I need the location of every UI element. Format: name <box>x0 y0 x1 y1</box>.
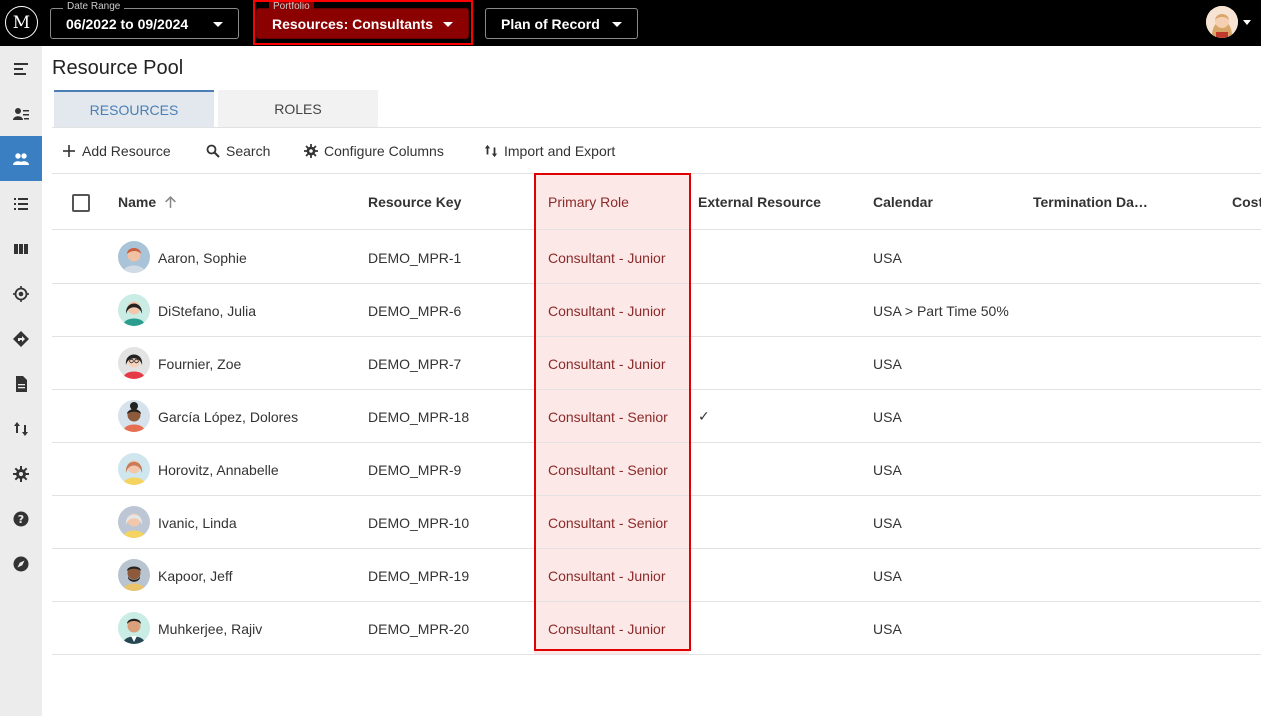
list-icon <box>14 197 28 210</box>
resource-name: Ivanic, Linda <box>158 514 237 531</box>
resource-key: DEMO_MPR-19 <box>368 567 470 584</box>
column-header-name[interactable]: Name <box>118 174 177 230</box>
people-icon <box>13 152 29 165</box>
sort-ascending-icon <box>165 195 177 208</box>
column-header-termination-date[interactable]: Termination Da… <box>1033 174 1148 230</box>
sidebar-target[interactable] <box>0 271 42 316</box>
import-export-icon <box>484 144 498 157</box>
sidebar-menu[interactable] <box>0 46 42 91</box>
configure-columns-button[interactable]: Configure Columns <box>304 128 444 173</box>
plus-icon <box>63 144 75 157</box>
plan-value: Plan of Record <box>501 15 600 32</box>
resource-name: Aaron, Sophie <box>158 249 247 266</box>
avatar <box>118 453 150 485</box>
app-logo[interactable]: M <box>5 6 38 39</box>
resource-name: Horovitz, Annabelle <box>158 461 279 478</box>
portfolio-highlight <box>253 0 473 45</box>
configure-columns-label: Configure Columns <box>324 142 444 159</box>
column-header-cost[interactable]: Cost <box>1232 174 1261 230</box>
help-icon: ? <box>13 511 29 526</box>
avatar <box>118 294 150 326</box>
resource-key: DEMO_MPR-18 <box>368 408 470 425</box>
search-label: Search <box>226 142 271 159</box>
tab-roles[interactable]: ROLES <box>218 90 378 127</box>
calendar: USA <box>873 461 902 478</box>
sidebar-directions[interactable] <box>0 316 42 361</box>
calendar: USA > Part Time 50% <box>873 302 1009 319</box>
directions-icon <box>13 330 29 347</box>
calendar: USA <box>873 514 902 531</box>
sidebar-import-export[interactable] <box>0 406 42 451</box>
calendar: USA <box>873 408 902 425</box>
svg-text:?: ? <box>18 513 24 526</box>
user-menu-caret-icon[interactable] <box>1243 20 1251 25</box>
column-header-external-resource[interactable]: External Resource <box>698 174 821 230</box>
tab-resources[interactable]: RESOURCES <box>54 90 214 127</box>
avatar <box>118 612 150 644</box>
top-bar: M Date Range 06/2022 to 09/2024 Portfoli… <box>0 0 1261 46</box>
avatar <box>118 347 150 379</box>
sidebar: ? <box>0 46 42 716</box>
sidebar-settings[interactable] <box>0 451 42 496</box>
resource-name: Muhkerjee, Rajiv <box>158 620 263 637</box>
primary-role-highlight <box>534 173 691 651</box>
sidebar-document[interactable] <box>0 361 42 406</box>
resource-key: DEMO_MPR-7 <box>368 355 462 372</box>
avatar <box>118 506 150 538</box>
toolbar: Add Resource Search Configure Columns Im… <box>52 128 1261 173</box>
gear-icon <box>13 465 29 482</box>
sidebar-list[interactable] <box>0 181 42 226</box>
calendar: USA <box>873 249 902 266</box>
date-range-dropdown[interactable]: Date Range 06/2022 to 09/2024 <box>50 1 239 39</box>
date-range-label: Date Range <box>63 1 125 13</box>
tab-bar: RESOURCES ROLES <box>54 90 382 127</box>
resource-key: DEMO_MPR-6 <box>368 302 462 319</box>
search-button[interactable]: Search <box>206 128 270 173</box>
resource-key: DEMO_MPR-20 <box>368 620 470 637</box>
resource-key: DEMO_MPR-9 <box>368 461 462 478</box>
avatar <box>118 241 150 273</box>
import-export-icon <box>14 421 28 436</box>
calendar: USA <box>873 355 902 372</box>
select-all-checkbox[interactable] <box>72 194 90 212</box>
columns-icon <box>14 243 28 254</box>
avatar <box>118 400 150 432</box>
resource-key: DEMO_MPR-10 <box>368 514 470 531</box>
plan-dropdown[interactable]: Plan of Record <box>485 8 638 39</box>
resource-name: DiStefano, Julia <box>158 302 257 319</box>
add-resource-button[interactable]: Add Resource <box>62 128 171 173</box>
sidebar-explore[interactable] <box>0 541 42 586</box>
external-resource: ✓ <box>698 408 710 424</box>
chevron-down-icon <box>213 22 223 27</box>
sidebar-columns[interactable] <box>0 226 42 271</box>
avatar <box>118 559 150 591</box>
menu-icon <box>14 62 28 75</box>
user-list-icon <box>13 107 29 120</box>
import-export-button[interactable]: Import and Export <box>484 128 615 173</box>
chevron-down-icon <box>612 22 622 27</box>
gear-icon <box>304 143 318 158</box>
column-header-calendar[interactable]: Calendar <box>873 174 933 230</box>
search-icon <box>206 144 220 158</box>
compass-icon <box>13 556 29 571</box>
document-icon <box>16 375 27 392</box>
resource-name: García López, Dolores <box>158 408 299 425</box>
date-range-value: 06/2022 to 09/2024 <box>66 15 189 32</box>
import-export-label: Import and Export <box>504 142 616 159</box>
sidebar-user-list[interactable] <box>0 91 42 136</box>
calendar: USA <box>873 567 902 584</box>
column-header-resource-key[interactable]: Resource Key <box>368 174 461 230</box>
resource-name: Fournier, Zoe <box>158 355 242 372</box>
add-resource-label: Add Resource <box>82 142 171 159</box>
resource-key: DEMO_MPR-1 <box>368 249 462 266</box>
page-title: Resource Pool <box>52 57 184 79</box>
sidebar-help[interactable]: ? <box>0 496 42 541</box>
calendar: USA <box>873 620 902 637</box>
sidebar-resources[interactable] <box>0 136 42 181</box>
resource-name: Kapoor, Jeff <box>158 567 233 584</box>
user-avatar[interactable] <box>1206 6 1238 38</box>
target-icon <box>13 285 29 302</box>
